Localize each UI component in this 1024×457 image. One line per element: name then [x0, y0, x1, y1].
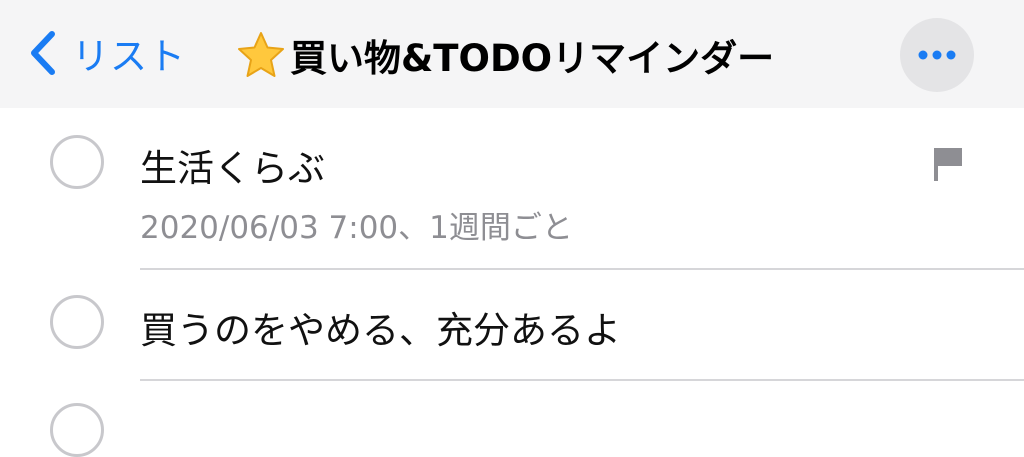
- list-item[interactable]: 買うのをやめる、充分あるよ: [0, 270, 1024, 380]
- chevron-left-icon: [31, 31, 55, 75]
- navigation-bar: リスト 買い物&TODOリマインダー: [0, 0, 1024, 108]
- more-options-button[interactable]: [900, 18, 974, 92]
- reminder-title: 買うのをやめる、充分あるよ: [140, 309, 621, 352]
- flag-icon[interactable]: [932, 146, 964, 182]
- complete-toggle-circle[interactable]: [50, 403, 104, 457]
- page-title-text: 買い物&TODOリマインダー: [290, 37, 775, 80]
- complete-toggle-circle[interactable]: [50, 295, 104, 349]
- reminder-title: 生活くらぶ: [140, 147, 325, 190]
- back-button[interactable]: リスト: [28, 22, 186, 84]
- back-button-label: リスト: [72, 35, 186, 78]
- list-item[interactable]: [0, 381, 1024, 457]
- reminder-subtitle: 2020/06/03 7:00、1週間ごと: [140, 210, 573, 246]
- list-item[interactable]: 生活くらぶ 2020/06/03 7:00、1週間ごと: [0, 108, 1024, 270]
- star-icon: [238, 32, 284, 77]
- complete-toggle-circle[interactable]: [50, 135, 104, 189]
- page-title: 買い物&TODOリマインダー: [236, 24, 774, 86]
- ellipsis-icon: [918, 50, 956, 60]
